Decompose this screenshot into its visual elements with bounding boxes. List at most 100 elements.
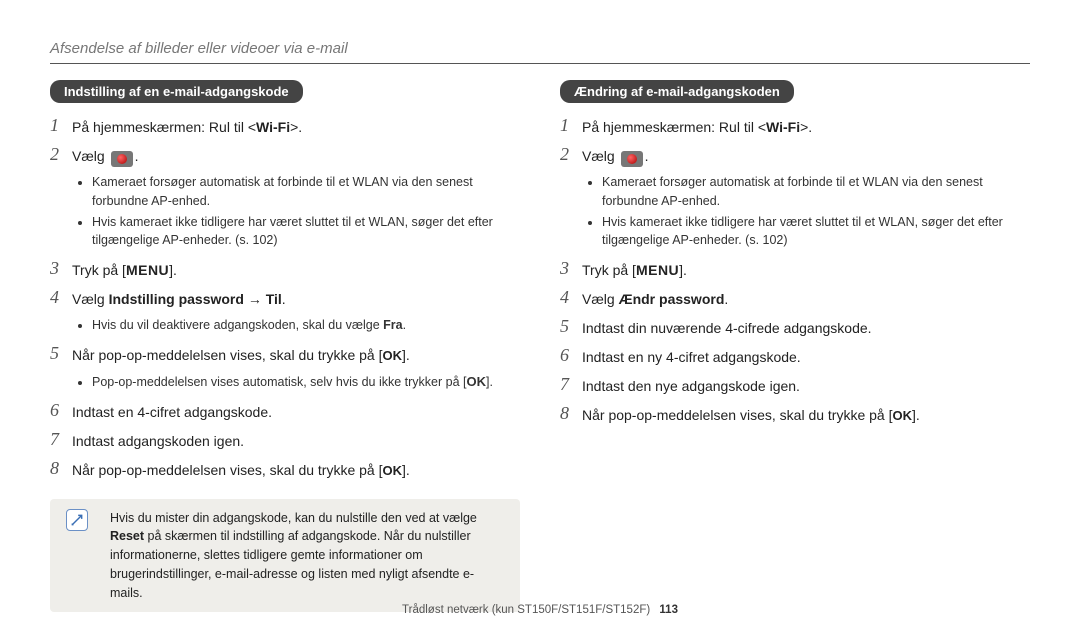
text: ]. <box>402 347 410 363</box>
text: på skærmen til indstilling af adgangskod… <box>110 529 474 599</box>
text: . <box>724 291 728 307</box>
step-number: 3 <box>50 258 72 281</box>
step-text: Vælg . <box>582 144 648 167</box>
step-7: 7 Indtast adgangskoden igen. <box>50 429 520 452</box>
note-icon <box>66 509 88 531</box>
step-5: 5 Når pop-op-meddelelsen vises, skal du … <box>50 343 520 366</box>
page-footer: Trådløst netværk (kun ST150F/ST151F/ST15… <box>0 604 1080 616</box>
step-number: 2 <box>50 144 72 167</box>
text: >. <box>800 119 812 135</box>
text: >. <box>290 119 302 135</box>
step-3: 3 Tryk på [MENU]. <box>50 258 520 281</box>
step-number: 4 <box>560 287 582 310</box>
step-number: 3 <box>560 258 582 281</box>
section-badge-change-password: Ændring af e-mail-adgangskoden <box>560 80 794 103</box>
text: . <box>282 291 286 307</box>
bullet: Hvis kameraet ikke tidligere har været s… <box>92 213 520 251</box>
step-number: 2 <box>560 144 582 167</box>
sub-bullets: Kameraet forsøger automatisk at forbinde… <box>82 173 520 250</box>
text: Tryk på [ <box>582 262 636 278</box>
menu-icon: MENU <box>126 262 169 278</box>
text: ]. <box>169 262 177 278</box>
text: På hjemmeskærmen: Rul til < <box>582 119 766 135</box>
bullet: Hvis kameraet ikke tidligere har været s… <box>602 213 1030 251</box>
step-1: 1 På hjemmeskærmen: Rul til <Wi-Fi>. <box>50 115 520 138</box>
text: På hjemmeskærmen: Rul til < <box>72 119 256 135</box>
bullet: Pop-op-meddelelsen vises automatisk, sel… <box>92 372 520 392</box>
step-number: 6 <box>50 400 72 423</box>
step-text: Når pop-op-meddelelsen vises, skal du tr… <box>582 403 920 426</box>
bold: Reset <box>110 529 144 543</box>
text: Vælg <box>582 148 615 164</box>
step-text: Når pop-op-meddelelsen vises, skal du tr… <box>72 343 410 366</box>
step-8: 8 Når pop-op-meddelelsen vises, skal du … <box>50 458 520 481</box>
step-number: 5 <box>50 343 72 366</box>
step-number: 6 <box>560 345 582 368</box>
step-7: 7 Indtast den nye adgangskode igen. <box>560 374 1030 397</box>
step-3: 3 Tryk på [MENU]. <box>560 258 1030 281</box>
step-text: På hjemmeskærmen: Rul til <Wi-Fi>. <box>72 115 302 138</box>
step-8: 8 Når pop-op-meddelelsen vises, skal du … <box>560 403 1030 426</box>
note-box: Hvis du mister din adgangskode, kan du n… <box>50 499 520 613</box>
page-header: Afsendelse af billeder eller videoer via… <box>50 40 1030 57</box>
step-number: 5 <box>560 316 582 339</box>
page-number: 113 <box>659 604 678 616</box>
sub-bullets: Kameraet forsøger automatisk at forbinde… <box>592 173 1030 250</box>
text: Tryk på [ <box>72 262 126 278</box>
step-text: På hjemmeskærmen: Rul til <Wi-Fi>. <box>582 115 812 138</box>
step-text: Vælg Indstilling password → Til. <box>72 287 286 310</box>
step-4: 4 Vælg Ændr password. <box>560 287 1030 310</box>
step-number: 8 <box>50 458 72 481</box>
step-1: 1 På hjemmeskærmen: Rul til <Wi-Fi>. <box>560 115 1030 138</box>
text: ]. <box>402 462 410 478</box>
step-number: 7 <box>560 374 582 397</box>
text: Vælg <box>72 148 105 164</box>
text: ]. <box>912 407 920 423</box>
text: ]. <box>679 262 687 278</box>
wifi-bold: Wi-Fi <box>256 119 290 135</box>
text: Når pop-op-meddelelsen vises, skal du tr… <box>582 407 892 423</box>
step-text: Tryk på [MENU]. <box>72 258 177 281</box>
step-text: Indtast din nuværende 4-cifrede adgangsk… <box>582 316 872 339</box>
step-6: 6 Indtast en 4-cifret adgangskode. <box>50 400 520 423</box>
ok-icon: OK <box>382 463 402 478</box>
text: Hvis du mister din adgangskode, kan du n… <box>110 511 477 525</box>
step-number: 8 <box>560 403 582 426</box>
step-text: Vælg . <box>72 144 138 167</box>
step-number: 1 <box>50 115 72 138</box>
footer-text: Trådløst netværk (kun ST150F/ST151F/ST15… <box>402 604 650 616</box>
email-app-icon <box>621 151 643 167</box>
ok-icon: OK <box>892 408 912 423</box>
text: Vælg <box>72 291 109 307</box>
step-6: 6 Indtast en ny 4-cifret adgangskode. <box>560 345 1030 368</box>
step-number: 7 <box>50 429 72 452</box>
step-text: Indtast adgangskoden igen. <box>72 429 244 452</box>
content-columns: Indstilling af en e-mail-adgangskode 1 P… <box>50 80 1030 612</box>
right-column: Ændring af e-mail-adgangskoden 1 På hjem… <box>560 80 1030 612</box>
ok-icon: OK <box>382 348 402 363</box>
sub-bullets: Hvis du vil deaktivere adgangskoden, ska… <box>82 316 520 335</box>
text: Når pop-op-meddelelsen vises, skal du tr… <box>72 347 382 363</box>
bold: Ændr password <box>619 291 725 307</box>
step-text: Tryk på [MENU]. <box>582 258 687 281</box>
step-text: Indtast en 4-cifret adgangskode. <box>72 400 272 423</box>
step-4: 4 Vælg Indstilling password → Til. <box>50 287 520 310</box>
bold: Indstilling password → Til <box>109 291 282 307</box>
section-badge-set-password: Indstilling af en e-mail-adgangskode <box>50 80 303 103</box>
sub-bullets: Pop-op-meddelelsen vises automatisk, sel… <box>82 372 520 392</box>
step-2: 2 Vælg . <box>50 144 520 167</box>
step-number: 1 <box>560 115 582 138</box>
step-text: Vælg Ændr password. <box>582 287 728 310</box>
step-5: 5 Indtast din nuværende 4-cifrede adgang… <box>560 316 1030 339</box>
bullet: Hvis du vil deaktivere adgangskoden, ska… <box>92 316 520 335</box>
left-column: Indstilling af en e-mail-adgangskode 1 P… <box>50 80 520 612</box>
step-text: Når pop-op-meddelelsen vises, skal du tr… <box>72 458 410 481</box>
step-text: Indtast den nye adgangskode igen. <box>582 374 800 397</box>
text: Når pop-op-meddelelsen vises, skal du tr… <box>72 462 382 478</box>
email-app-icon <box>111 151 133 167</box>
step-text: Indtast en ny 4-cifret adgangskode. <box>582 345 801 368</box>
bullet: Kameraet forsøger automatisk at forbinde… <box>602 173 1030 211</box>
header-divider <box>50 63 1030 64</box>
text: Vælg <box>582 291 619 307</box>
step-number: 4 <box>50 287 72 310</box>
